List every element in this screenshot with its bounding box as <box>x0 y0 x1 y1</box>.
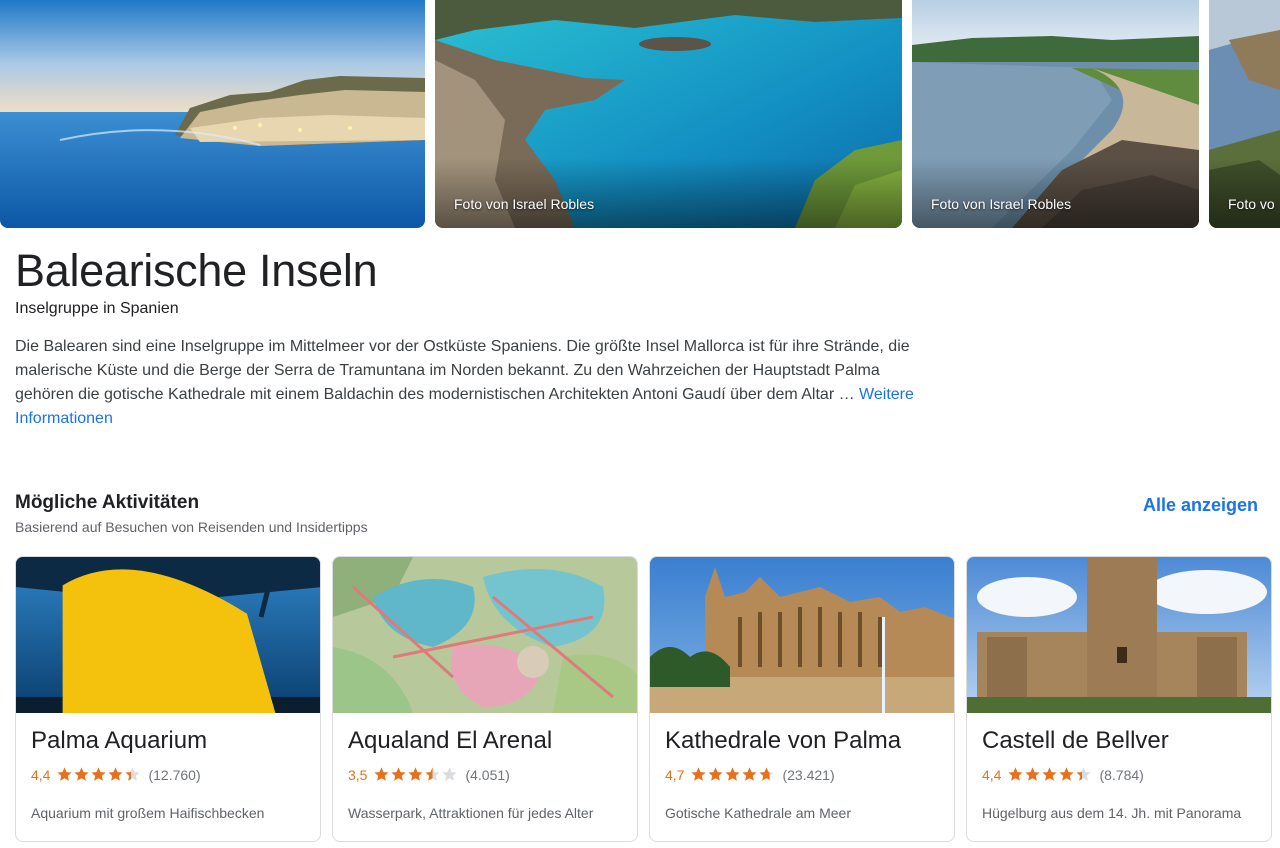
star-icon <box>425 767 441 781</box>
star-rating <box>690 766 775 783</box>
star-icon <box>742 767 758 781</box>
star-icon <box>91 767 107 781</box>
star-icon <box>691 767 707 781</box>
photo-strip: Foto von Israel Robles Foto von Israel R… <box>0 0 1280 228</box>
star-icon <box>708 767 724 781</box>
activity-name: Aqualand El Arenal <box>348 727 553 754</box>
review-count: (23.421) <box>782 766 835 783</box>
activity-rating: 4,4 (12.760) <box>31 766 201 783</box>
place-subtitle: Inselgruppe in Spanien <box>15 300 179 317</box>
star-icon <box>1025 767 1041 781</box>
activity-name: Kathedrale von Palma <box>665 727 902 754</box>
star-icon <box>759 767 775 781</box>
page-title: Balearische Inseln <box>15 245 378 296</box>
activity-image-cathedral <box>650 557 954 713</box>
activities-title: Mögliche Aktivitäten <box>15 492 200 513</box>
review-count: (12.760) <box>148 766 201 783</box>
activity-name: Palma Aquarium <box>31 727 208 754</box>
review-count: (4.051) <box>465 766 510 783</box>
rating-value: 3,5 <box>348 766 368 783</box>
badge-icon <box>62 569 276 713</box>
activity-description: Aquarium mit großem Haifischbecken <box>31 805 265 821</box>
star-icon <box>725 767 741 781</box>
star-icon <box>57 767 73 781</box>
activity-rating: 4,4 (8.784) <box>982 766 1144 783</box>
activity-card[interactable]: Castell de Bellver 4,4 (8.784) Hügelburg… <box>966 556 1272 842</box>
description-text: Die Balearen sind eine Inselgruppe im Mi… <box>15 338 910 403</box>
activity-description: Wasserpark, Attraktionen für jedes Alter <box>348 805 594 821</box>
star-icon <box>374 767 390 781</box>
activity-description: Gotische Kathedrale am Meer <box>665 805 851 821</box>
star-rating <box>1007 766 1092 783</box>
rating-value: 4,4 <box>31 766 51 783</box>
photo-coast[interactable]: Foto vo <box>1209 0 1280 228</box>
star-icon <box>1042 767 1058 781</box>
review-count: (8.784) <box>1099 766 1144 783</box>
activity-rating: 4,7 (23.421) <box>665 766 835 783</box>
photo-harbor[interactable] <box>0 0 425 228</box>
star-icon <box>74 767 90 781</box>
photo-credit: Foto vo <box>1228 196 1275 212</box>
activity-card[interactable]: Kathedrale von Palma 4,7 (23.421) Gotisc… <box>649 556 955 842</box>
star-icon <box>1008 767 1024 781</box>
activity-name: Castell de Bellver <box>982 727 1169 754</box>
star-rating <box>373 766 458 783</box>
rating-value: 4,4 <box>982 766 1002 783</box>
star-icon <box>125 767 141 781</box>
show-all-link[interactable]: Alle anzeigen <box>1143 495 1258 516</box>
star-icon <box>408 767 424 781</box>
star-icon <box>391 767 407 781</box>
star-icon <box>1076 767 1092 781</box>
star-icon <box>108 767 124 781</box>
photo-bay[interactable]: Foto von Israel Robles <box>912 0 1199 228</box>
rating-value: 4,7 <box>665 766 685 783</box>
activity-image-castle <box>967 557 1271 713</box>
photo-credit: Foto von Israel Robles <box>931 196 1072 212</box>
photo-cove[interactable]: Foto von Israel Robles <box>435 0 902 228</box>
activity-card[interactable]: Palma Aquarium 4,4 (12.760) Aquarium mit… <box>15 556 321 842</box>
photo-credit: Foto von Israel Robles <box>454 196 595 212</box>
place-description: Die Balearen sind eine Inselgruppe im Mi… <box>15 335 940 431</box>
star-rating <box>56 766 141 783</box>
activities-subtitle: Basierend auf Besuchen von Reisenden und… <box>15 519 368 535</box>
activity-image-aquarium <box>16 557 320 713</box>
activity-description: Hügelburg aus dem 14. Jh. mit Panorama <box>982 805 1242 821</box>
star-icon <box>1059 767 1075 781</box>
star-icon <box>442 767 458 781</box>
activity-image-aqualand <box>333 557 637 713</box>
activity-rating: 3,5 (4.051) <box>348 766 510 783</box>
activity-card[interactable]: Aqualand El Arenal 3,5 (4.051) Wasserpar… <box>332 556 638 842</box>
